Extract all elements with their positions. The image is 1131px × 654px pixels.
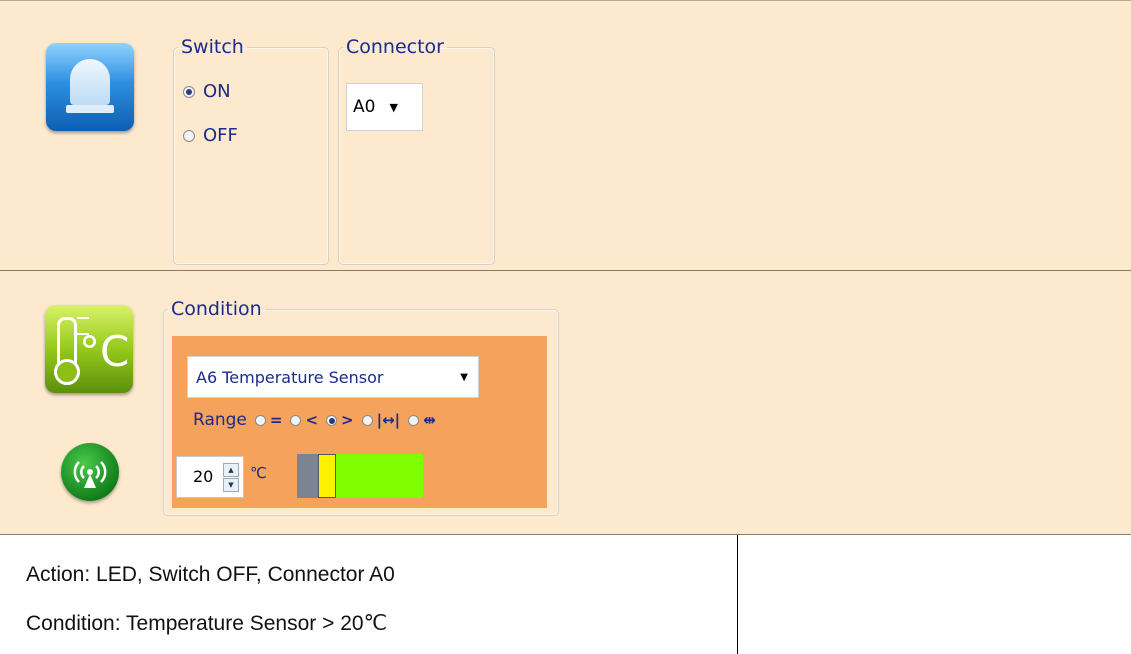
led-bulb-shape xyxy=(70,59,110,105)
sensor-value: A6 Temperature Sensor xyxy=(196,367,384,387)
chevron-down-icon[interactable]: ▼ xyxy=(389,101,397,114)
range-less-option[interactable]: < xyxy=(290,411,318,429)
sensor-select[interactable]: A6 Temperature Sensor ▼ xyxy=(187,356,479,398)
range-label: Range xyxy=(193,410,247,430)
thermometer-celsius-icon[interactable]: °C xyxy=(45,305,133,393)
wireless-signal-glyph xyxy=(73,461,107,488)
range-less-radio[interactable] xyxy=(290,414,302,426)
spin-down-icon[interactable]: ▼ xyxy=(223,478,239,492)
range-slider[interactable] xyxy=(297,454,423,498)
range-greater-option[interactable]: > xyxy=(326,411,354,429)
range-outside-option[interactable]: ⇹ xyxy=(408,411,436,429)
connector-group: Connector xyxy=(338,36,495,265)
summary-box: Action: LED, Switch OFF, Connector A0 Co… xyxy=(0,535,738,654)
greater-than-symbol: > xyxy=(341,411,354,429)
equal-symbol: = xyxy=(269,411,283,429)
led-icon[interactable] xyxy=(46,43,134,131)
summary-area: Action: LED, Switch OFF, Connector A0 Co… xyxy=(0,535,1131,654)
less-than-symbol: < xyxy=(305,411,319,429)
range-between-option[interactable]: |↔| xyxy=(361,411,401,429)
outside-icon: ⇹ xyxy=(423,411,436,429)
spin-up-icon[interactable]: ▲ xyxy=(223,463,239,477)
led-base-shape xyxy=(66,105,114,113)
summary-condition-text: Condition: Temperature Sensor > 20℃ xyxy=(26,612,388,635)
switch-on-radio[interactable]: ON xyxy=(183,81,231,102)
range-outside-radio[interactable] xyxy=(408,414,420,426)
connector-value: A0 xyxy=(353,97,376,117)
temperature-spinner[interactable]: 20 ▲ ▼ xyxy=(176,456,244,498)
celsius-glyph: °C xyxy=(79,327,130,376)
range-below-segment xyxy=(297,454,320,498)
range-between-radio[interactable] xyxy=(361,414,373,426)
condition-legend: Condition xyxy=(171,298,262,320)
connector-legend: Connector xyxy=(346,36,444,58)
between-icon: |↔| xyxy=(376,411,401,429)
temperature-value[interactable]: 20 xyxy=(193,467,213,486)
switch-group: Switch xyxy=(173,36,329,265)
thermometer-bulb-shape xyxy=(54,359,80,385)
range-thumb[interactable] xyxy=(318,454,336,498)
switch-legend: Switch xyxy=(181,36,244,58)
connector-select[interactable]: A0 ▼ xyxy=(346,83,423,131)
unit-label: ℃ xyxy=(250,464,267,482)
range-equal-option[interactable]: = xyxy=(254,411,283,429)
switch-off-radio[interactable]: OFF xyxy=(183,125,238,146)
action-panel: Switch ON OFF Connector A0 ▼ xyxy=(0,0,1131,271)
switch-off-label: OFF xyxy=(203,125,238,146)
range-options: Range = < > |↔| ⇹ xyxy=(193,410,444,430)
switch-on-label: ON xyxy=(203,81,231,102)
chevron-down-icon[interactable]: ▼ xyxy=(460,372,468,383)
radio-on-indicator[interactable] xyxy=(183,85,195,98)
wireless-signal-icon[interactable] xyxy=(61,443,119,501)
range-equal-radio[interactable] xyxy=(254,414,266,426)
radio-off-indicator[interactable] xyxy=(183,129,195,142)
range-greater-radio[interactable] xyxy=(326,414,338,426)
summary-action-text: Action: LED, Switch OFF, Connector A0 xyxy=(26,563,395,586)
